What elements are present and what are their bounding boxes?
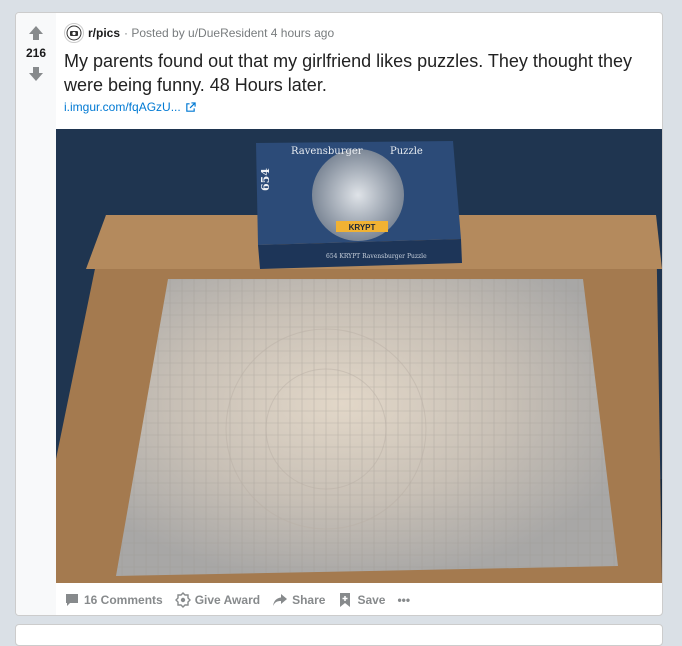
post-image[interactable]: Ravensburger Puzzle 654 KRYPT 654 KRYPT … [56,129,662,583]
posted-by: · Posted by u/DueResident 4 hours ago [124,26,335,40]
box-brand-text: Ravensburger [291,146,363,157]
award-icon [174,592,191,608]
comments-label: 16 Comments [84,593,163,607]
upvote-icon[interactable] [28,25,44,41]
box-label-text: KRYPT [349,223,376,232]
comments-button[interactable]: 16 Comments [64,592,163,608]
give-award-label: Give Award [194,593,261,607]
vote-column: 216 [16,13,56,615]
post-title[interactable]: My parents found out that my girlfriend … [64,49,656,97]
share-label: Share [292,593,326,607]
box-word-text: Puzzle [390,146,423,157]
box-number-text: 654 [259,168,272,191]
feed: 216 r/pics · Posted by u/DueResident 4 h… [0,0,682,646]
post-link[interactable]: i.imgur.com/fqAGzU... [64,100,196,114]
box-spine-text: 654 KRYPT Ravensburger Puzzle [326,253,427,260]
share-icon [273,594,288,606]
save-button[interactable]: Save [337,592,385,608]
vote-score: 216 [25,46,47,60]
subreddit-link[interactable]: r/pics [88,26,120,40]
save-label: Save [357,593,386,607]
post-meta: r/pics · Posted by u/DueResident 4 hours… [64,23,334,43]
save-icon [340,593,351,607]
post-card[interactable]: 216 r/pics · Posted by u/DueResident 4 h… [15,12,663,616]
more-options-button[interactable]: ••• [397,593,410,607]
downvote-icon[interactable] [28,66,44,82]
comment-icon [66,594,78,606]
external-link-icon [185,101,196,112]
give-award-button[interactable]: Give Award [174,592,261,608]
post-link-text[interactable]: i.imgur.com/fqAGzU... [64,100,181,114]
share-button[interactable]: Share [272,592,325,608]
next-post-card[interactable] [15,624,663,646]
subreddit-avatar-icon[interactable] [64,23,84,43]
more-icon: ••• [397,593,411,607]
post-actions: 16 Comments Give Award Share Save ••• [64,591,422,609]
